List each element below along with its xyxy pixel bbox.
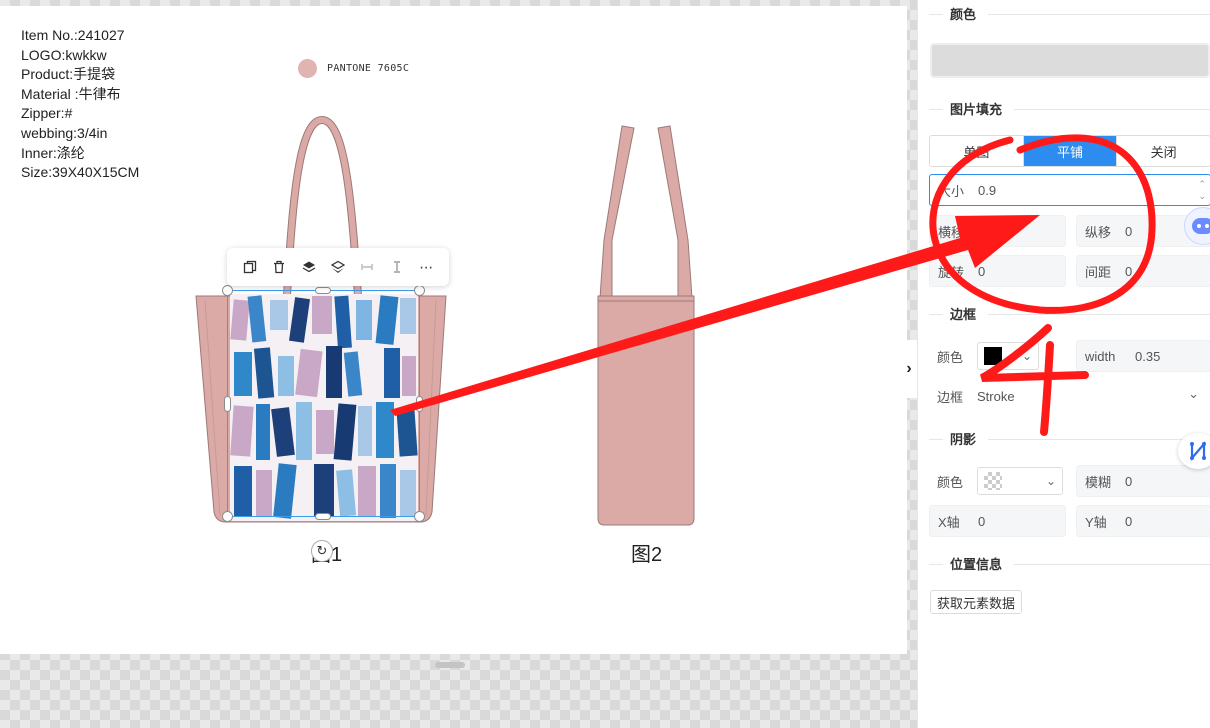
- chevron-down-icon: ⌄: [1021, 349, 1032, 363]
- rotate-icon[interactable]: ↻: [311, 540, 333, 562]
- shadow-y-value[interactable]: 0: [1125, 514, 1132, 529]
- resize-handle-top-right[interactable]: [414, 285, 425, 296]
- border-color-row: 颜色 ⌄: [929, 340, 1066, 372]
- section-color: 颜色: [928, 4, 1210, 23]
- offset-x-label: 横移: [938, 224, 965, 240]
- get-element-data-button[interactable]: 获取元素数据: [930, 590, 1023, 614]
- size-stepper-icon[interactable]: ⌃ ⌄: [1198, 178, 1206, 202]
- copy-icon[interactable]: [238, 255, 262, 279]
- shadow-y-field[interactable]: Y轴 0: [1076, 505, 1210, 537]
- rotate-field[interactable]: 旋转 0: [929, 255, 1066, 287]
- border-color-picker[interactable]: ⌄: [977, 342, 1039, 370]
- fill-mode-single[interactable]: 单图: [930, 136, 1024, 166]
- figure-label-2: 图2: [631, 544, 663, 566]
- resize-handle-top[interactable]: [315, 287, 331, 294]
- section-border: 边框: [928, 304, 1210, 323]
- spacing-label: 间距: [1085, 264, 1112, 280]
- offset-y-label: 纵移: [1085, 224, 1112, 240]
- size-label: 大小: [938, 183, 965, 199]
- spacing-field[interactable]: 间距 0: [1076, 255, 1210, 287]
- size-field[interactable]: 大小 0.9 ⌃ ⌄: [929, 174, 1210, 206]
- bag-side[interactable]: [597, 125, 695, 526]
- align-vertical-icon[interactable]: [385, 255, 409, 279]
- border-style-label: 边框: [937, 389, 964, 405]
- align-horizontal-icon[interactable]: [355, 255, 379, 279]
- section-position: 位置信息: [928, 554, 1210, 573]
- section-image-fill: 图片填充: [928, 99, 1210, 118]
- border-style-value[interactable]: Stroke: [977, 389, 1015, 404]
- section-shadow: 阴影: [928, 429, 1210, 448]
- shadow-color-swatch: [984, 472, 1002, 490]
- fill-mode-tile[interactable]: 平铺: [1023, 136, 1118, 166]
- layer-up-icon[interactable]: [297, 255, 321, 279]
- element-toolbar: ⋯: [227, 248, 449, 286]
- shadow-color-row: 颜色 ⌄: [929, 465, 1066, 497]
- bag-drawings: [195, 115, 695, 668]
- section-position-title: 位置信息: [950, 557, 1003, 572]
- rotate-value[interactable]: 0: [978, 264, 985, 279]
- offset-y-value[interactable]: 0: [1125, 224, 1132, 239]
- border-width-label: width: [1085, 348, 1116, 364]
- section-border-title: 边框: [950, 307, 977, 322]
- properties-panel: 颜色 图片填充 单图 平铺 关闭 大小 0.9 ⌃ ⌄ 横移 0 纵移 0 旋转 …: [917, 0, 1210, 728]
- resize-handle-left[interactable]: [224, 396, 231, 412]
- shadow-color-picker[interactable]: ⌄: [977, 467, 1063, 495]
- border-style-select[interactable]: 边框 Stroke ⌄: [929, 380, 1210, 412]
- fill-color-picker[interactable]: [930, 43, 1210, 78]
- layer-down-icon[interactable]: [326, 255, 350, 279]
- resize-handle-right[interactable]: [416, 396, 423, 412]
- shadow-blur-field[interactable]: 模糊 0: [1076, 465, 1210, 497]
- panel-collapse-toggle[interactable]: ›: [900, 340, 918, 398]
- resize-handle-top-left[interactable]: [222, 285, 233, 296]
- resize-handle-bottom-right[interactable]: [414, 511, 425, 522]
- section-color-title: 颜色: [950, 7, 977, 22]
- spacing-value[interactable]: 0: [1125, 264, 1132, 279]
- canvas-scroll-grip[interactable]: [435, 662, 465, 668]
- delete-icon[interactable]: [267, 255, 291, 279]
- section-shadow-title: 阴影: [950, 432, 977, 447]
- more-icon[interactable]: ⋯: [414, 255, 438, 279]
- border-color-swatch: [984, 347, 1002, 365]
- selection-box[interactable]: [222, 285, 425, 522]
- chevron-down-icon: ⌄: [1045, 474, 1056, 488]
- offset-x-field[interactable]: 横移 0: [929, 215, 1066, 247]
- network-graph-icon[interactable]: [1178, 433, 1210, 469]
- fill-mode-segmented: 单图 平铺 关闭: [929, 135, 1210, 167]
- fill-mode-off[interactable]: 关闭: [1117, 136, 1210, 166]
- shadow-blur-value[interactable]: 0: [1125, 474, 1132, 489]
- shadow-x-label: X轴: [938, 514, 960, 530]
- section-image-fill-title: 图片填充: [950, 102, 1003, 117]
- border-width-value[interactable]: 0.35: [1135, 349, 1160, 364]
- border-width-field[interactable]: width 0.35: [1076, 340, 1210, 372]
- offset-x-value[interactable]: 0: [978, 224, 985, 239]
- shadow-color-label: 颜色: [937, 474, 964, 490]
- shadow-y-label: Y轴: [1085, 514, 1107, 530]
- chevron-down-icon: ⌄: [1188, 386, 1199, 401]
- border-color-label: 颜色: [937, 349, 964, 365]
- rotate-label: 旋转: [938, 264, 965, 280]
- shadow-x-field[interactable]: X轴 0: [929, 505, 1066, 537]
- resize-handle-bottom-left[interactable]: [222, 511, 233, 522]
- design-workspace[interactable]: Item No.:241027 LOGO:kwkkw Product:手提袋 M…: [0, 0, 917, 728]
- shadow-blur-label: 模糊: [1085, 474, 1112, 490]
- shadow-x-value[interactable]: 0: [978, 514, 985, 529]
- size-value[interactable]: 0.9: [978, 183, 996, 198]
- resize-handle-bottom[interactable]: [315, 513, 331, 520]
